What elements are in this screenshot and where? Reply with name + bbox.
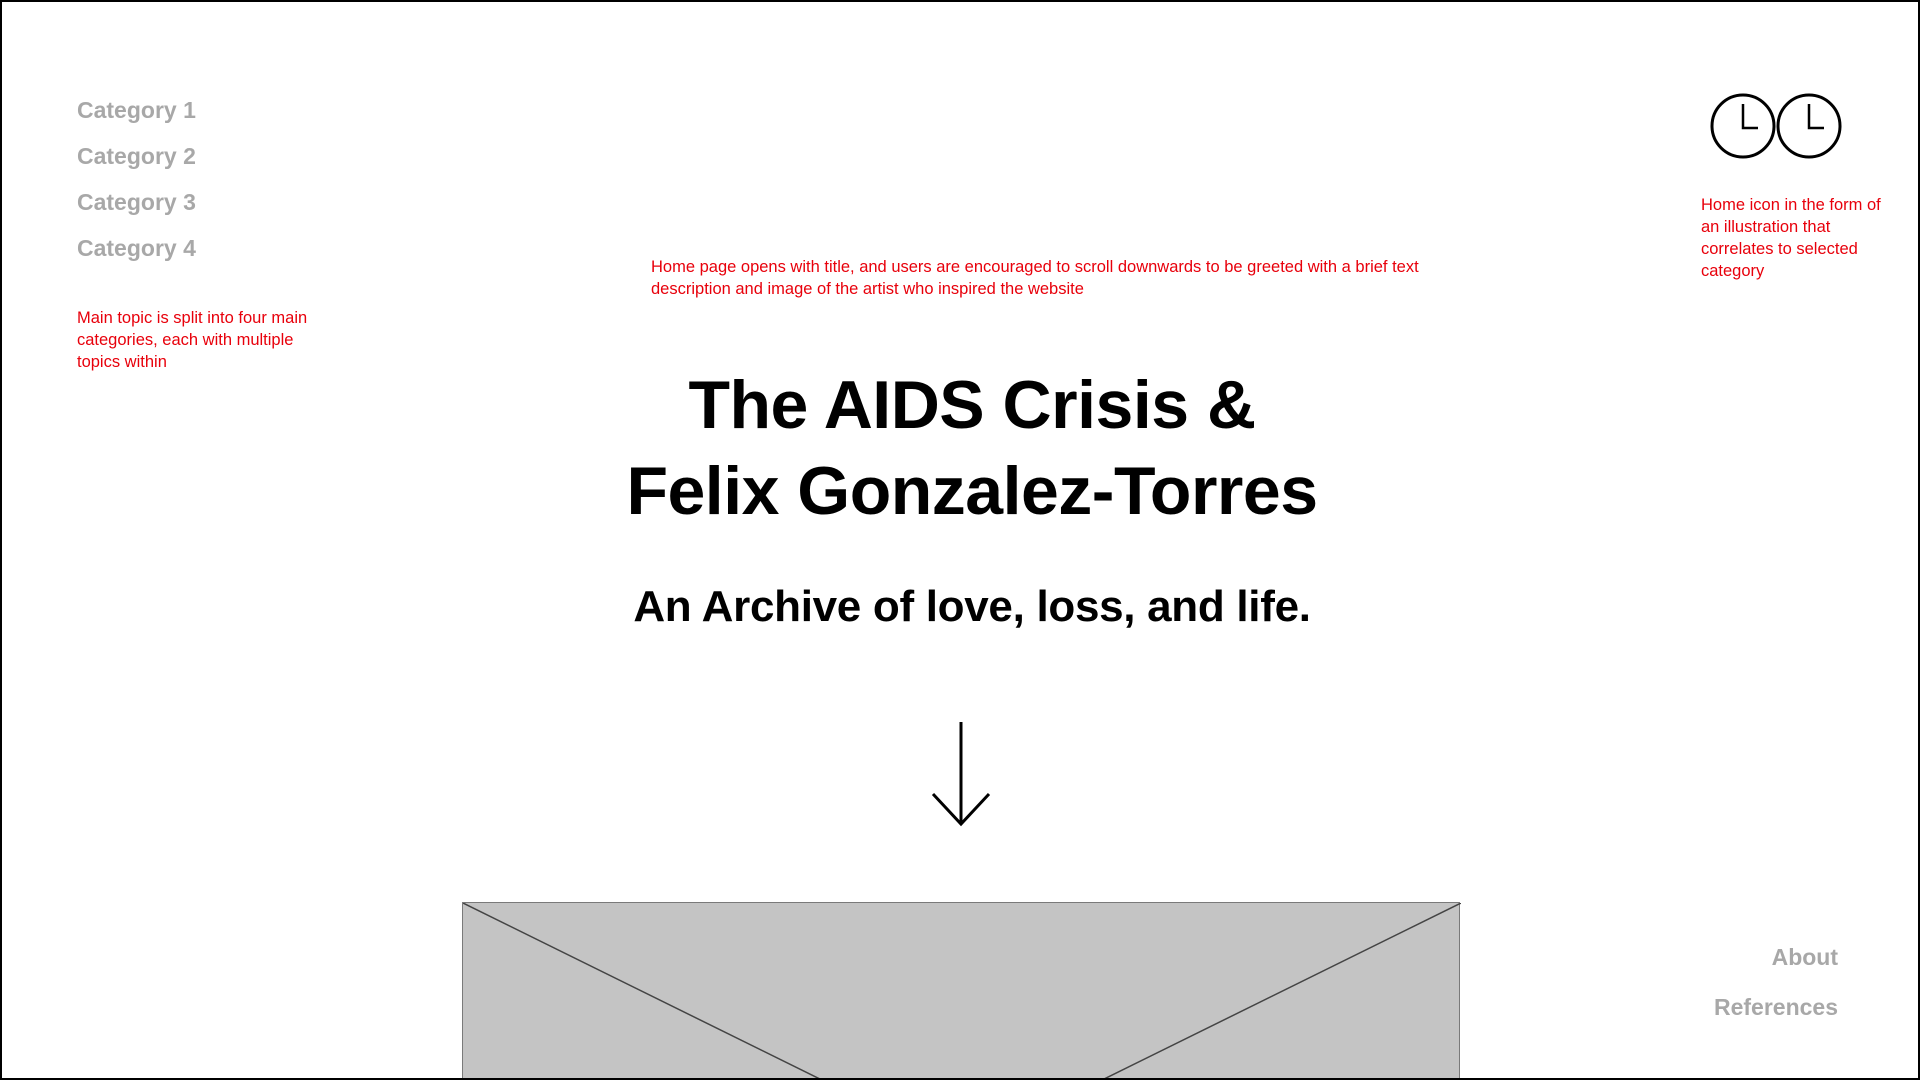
category-nav: Category 1 Category 2 Category 3 Categor… [77,90,196,274]
image-placeholder-icon [463,903,1461,1078]
page-frame: Category 1 Category 2 Category 3 Categor… [0,0,1920,1080]
title-line-2: Felix Gonzalez-Torres [626,453,1318,529]
annotation-home-icon: Home icon in the form of an illustration… [1701,196,1881,280]
category-4-link[interactable]: Category 4 [77,228,196,274]
page-title: The AIDS Crisis & Felix Gonzalez-Torres [562,362,1382,534]
annotation-categories: Main topic is split into four main categ… [77,309,308,371]
footer-nav: About References [1714,937,1838,1037]
home-icon[interactable] [1710,90,1845,162]
about-link[interactable]: About [1714,937,1838,987]
arrow-down-icon [931,722,991,827]
category-3-link[interactable]: Category 3 [77,182,196,228]
category-1-link[interactable]: Category 1 [77,90,196,136]
two-clocks-icon [1710,93,1842,159]
annotation-home-page: Home page opens with title, and users ar… [651,258,1419,298]
title-line-1: The AIDS Crisis & [688,367,1256,443]
category-2-link[interactable]: Category 2 [77,136,196,182]
scroll-down-button[interactable] [930,720,992,828]
artist-image-placeholder [462,902,1461,1078]
references-link[interactable]: References [1714,987,1838,1037]
page-subtitle: An Archive of love, loss, and life. [633,582,1311,631]
